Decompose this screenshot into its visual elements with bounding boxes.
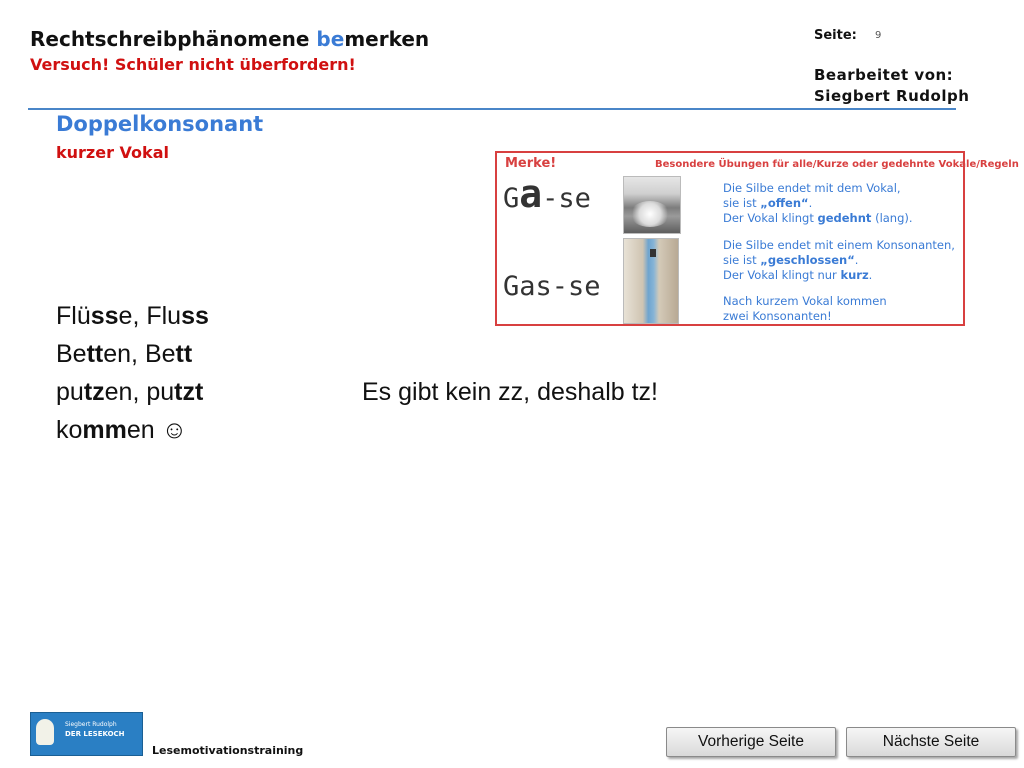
street-lamp-shape xyxy=(650,249,656,257)
smiley-icon: ☺ xyxy=(161,416,188,444)
page-title: Rechtschreibphänomene bemerken xyxy=(30,27,429,51)
smoke-shape xyxy=(630,201,670,227)
header-divider xyxy=(28,108,956,110)
syllable-example-open: Ga-se xyxy=(503,175,591,214)
edited-by-label: Bearbeitet von: xyxy=(814,66,954,84)
info-line: Nach kurzem Vokal kommen xyxy=(723,294,887,308)
info-rule: Nach kurzem Vokal kommen zwei Konsonante… xyxy=(723,294,887,324)
example-betten: Betten, Bett xyxy=(56,340,193,368)
syllable-prefix: G xyxy=(503,183,520,214)
rule-note: Es gibt kein zz, deshalb tz! xyxy=(362,378,658,406)
info-line: zwei Konsonanten! xyxy=(723,309,832,323)
title-text-end: merken xyxy=(344,27,430,51)
info-line: sie ist „offen“. xyxy=(723,196,813,210)
info-line: Die Silbe endet mit einem Konsonanten, xyxy=(723,238,955,252)
page-subtitle: Versuch! Schüler nicht überfordern! xyxy=(30,55,356,74)
merke-title: Merke! xyxy=(505,156,557,171)
title-highlight: be xyxy=(316,27,345,51)
alley-photo xyxy=(623,238,679,324)
long-vowel: a xyxy=(519,172,543,216)
lightbulb-icon xyxy=(36,719,54,745)
info-line: Der Vokal klingt nur kurz. xyxy=(723,268,873,282)
edited-by-name: Siegbert Rudolph xyxy=(814,87,970,105)
page-number: 9 xyxy=(875,30,882,41)
logo-text-brand: DER LESEKOCH xyxy=(65,730,125,738)
exhaust-gas-photo xyxy=(623,176,681,234)
info-line: Der Vokal klingt gedehnt (lang). xyxy=(723,211,913,225)
info-open-syllable: Die Silbe endet mit dem Vokal, sie ist „… xyxy=(723,181,913,226)
example-putzen: putzen, putzt xyxy=(56,378,204,406)
info-closed-syllable: Die Silbe endet mit einem Konsonanten, s… xyxy=(723,238,955,283)
footer-label: Lesemotivationstraining xyxy=(152,744,304,757)
syllable-suffix: -se xyxy=(542,183,591,214)
title-text: Rechtschreibphänomene xyxy=(30,27,317,51)
merke-box: Merke! Besondere Übungen für alle/Kurze … xyxy=(495,151,1019,326)
page-label: Seite: xyxy=(814,28,857,43)
merke-heading: Besondere Übungen für alle/Kurze oder ge… xyxy=(655,159,1019,170)
info-line: sie ist „geschlossen“. xyxy=(723,253,859,267)
next-page-button[interactable]: Nächste Seite xyxy=(846,727,1016,757)
lesekoch-logo: Siegbert Rudolph DER LESEKOCH xyxy=(30,712,143,756)
previous-page-button[interactable]: Vorherige Seite xyxy=(666,727,836,757)
example-kommen: kommen ☺ xyxy=(56,416,188,444)
section-title: Doppelkonsonant xyxy=(56,112,264,136)
example-fluesse: Flüsse, Fluss xyxy=(56,302,209,330)
info-line: Die Silbe endet mit dem Vokal, xyxy=(723,181,901,195)
syllable-example-closed: Gas-se xyxy=(503,271,601,302)
logo-text-author: Siegbert Rudolph xyxy=(65,721,117,728)
section-subtitle: kurzer Vokal xyxy=(56,143,169,162)
